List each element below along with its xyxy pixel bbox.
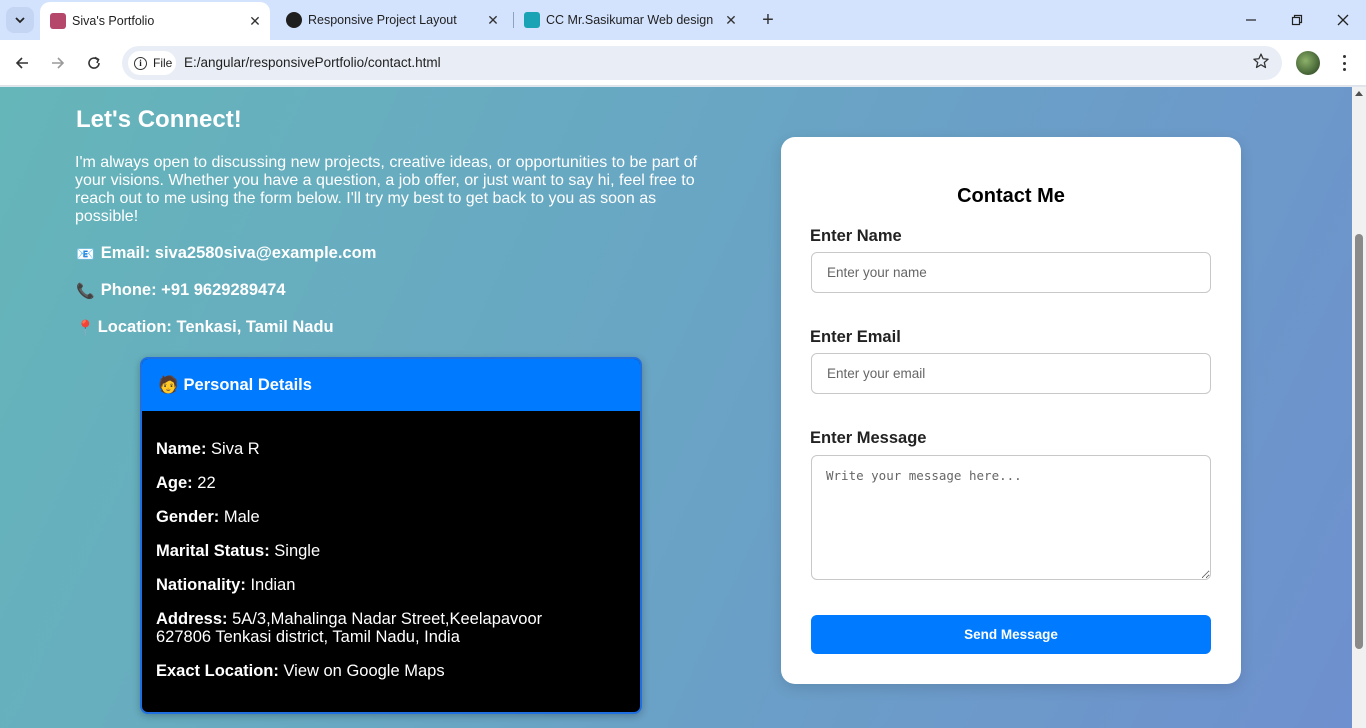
telephone-icon: 📞 xyxy=(76,282,95,300)
detail-value: 22 xyxy=(197,474,216,492)
url-text[interactable]: E:/angular/responsivePortfolio/contact.h… xyxy=(184,55,441,70)
intro-paragraph: I'm always open to discussing new projec… xyxy=(75,154,698,225)
tab-search-button[interactable] xyxy=(6,7,34,33)
minimize-icon xyxy=(1246,19,1256,21)
site-chip-label: File xyxy=(153,56,173,70)
send-message-button[interactable]: Send Message xyxy=(811,615,1211,654)
detail-value: Indian xyxy=(250,576,296,594)
portfolio-favicon-icon xyxy=(50,13,66,29)
detail-exact-location: Exact Location: View on Google Maps xyxy=(156,662,626,680)
detail-nationality: Nationality: Indian xyxy=(156,576,626,594)
browser-toolbar: i File E:/angular/responsivePortfolio/co… xyxy=(0,40,1366,86)
openai-favicon-icon xyxy=(286,12,302,28)
detail-address: Address: 5A/3,Mahalinga Nadar Street,Kee… xyxy=(156,610,601,646)
detail-value: Male xyxy=(223,508,260,526)
tab-responsive-project-layout[interactable]: Responsive Project Layout ✕ xyxy=(276,0,508,40)
email-text: Email: siva2580siva@example.com xyxy=(100,244,377,262)
location-line: 📍 Location: Tenkasi, Tamil Nadu xyxy=(76,318,334,337)
browser-menu-icon[interactable] xyxy=(1336,52,1352,74)
detail-gender: Gender: Male xyxy=(156,508,626,526)
detail-label: Nationality: xyxy=(156,576,246,594)
close-tab-icon[interactable]: ✕ xyxy=(246,12,264,30)
tab-title: CC Mr.Sasikumar Web designing xyxy=(546,13,714,27)
detail-label: Exact Location: xyxy=(156,662,279,680)
personal-details-title: Personal Details xyxy=(183,375,312,394)
arrow-right-icon xyxy=(52,57,65,69)
detail-label: Gender: xyxy=(156,508,220,526)
page-title: Let's Connect! xyxy=(76,106,242,133)
scroll-up-arrow-icon[interactable] xyxy=(1355,91,1363,96)
message-textarea[interactable] xyxy=(811,455,1211,580)
address-bar[interactable]: i File E:/angular/responsivePortfolio/co… xyxy=(122,46,1282,80)
new-tab-button[interactable]: + xyxy=(756,8,780,32)
tab-title: Responsive Project Layout xyxy=(308,13,457,27)
detail-label: Age: xyxy=(156,474,193,492)
detail-marital-status: Marital Status: Single xyxy=(156,542,626,560)
info-icon: i xyxy=(134,56,147,70)
google-maps-link[interactable]: View on Google Maps xyxy=(283,662,444,680)
forward-button[interactable] xyxy=(44,49,72,77)
personal-details-card: 🧑 Personal Details Name: Siva R Age: 22 … xyxy=(140,357,642,714)
email-input[interactable] xyxy=(811,353,1211,394)
detail-label: Marital Status: xyxy=(156,542,270,560)
tab-strip: Siva's Portfolio ✕ Responsive Project La… xyxy=(0,0,1366,40)
restore-button[interactable] xyxy=(1274,6,1320,34)
reload-icon xyxy=(88,56,100,69)
tab-title: Siva's Portfolio xyxy=(72,14,155,28)
bookmark-star-icon[interactable] xyxy=(1252,52,1270,75)
name-label: Enter Name xyxy=(810,227,902,245)
reload-button[interactable] xyxy=(80,49,108,77)
detail-age: Age: 22 xyxy=(156,474,626,492)
detail-label: Address: xyxy=(156,610,228,628)
envelope-icon: 📧 xyxy=(76,245,95,263)
tab-sivas-portfolio[interactable]: Siva's Portfolio ✕ xyxy=(40,2,270,40)
chevron-down-icon xyxy=(15,17,25,24)
close-tab-icon[interactable]: ✕ xyxy=(722,11,740,29)
profile-avatar[interactable] xyxy=(1296,51,1320,75)
personal-details-header: 🧑 Personal Details xyxy=(142,359,640,411)
detail-name: Name: Siva R xyxy=(156,440,626,458)
classroom-favicon-icon xyxy=(524,12,540,28)
phone-line: 📞 Phone: +91 9629289474 xyxy=(76,281,286,300)
round-pushpin-icon: 📍 xyxy=(76,319,95,337)
name-input[interactable] xyxy=(811,252,1211,293)
arrow-left-icon xyxy=(15,57,28,69)
close-tab-icon[interactable]: ✕ xyxy=(484,11,502,29)
close-window-button[interactable] xyxy=(1320,6,1366,34)
personal-details-body: Name: Siva R Age: 22 Gender: Male Marita… xyxy=(142,411,640,680)
contact-form: Contact Me Enter Name Enter Email Enter … xyxy=(781,137,1241,684)
restore-icon xyxy=(1291,14,1303,26)
minimize-button[interactable] xyxy=(1228,6,1274,34)
close-icon xyxy=(1337,14,1349,26)
message-label: Enter Message xyxy=(810,429,927,447)
detail-value: Single xyxy=(274,542,321,560)
location-text: Location: Tenkasi, Tamil Nadu xyxy=(97,318,334,336)
person-icon: 🧑 xyxy=(158,375,179,394)
page-scrollbar[interactable] xyxy=(1352,87,1366,728)
detail-label: Name: xyxy=(156,440,207,458)
form-title: Contact Me xyxy=(957,185,1065,207)
phone-text: Phone: +91 9629289474 xyxy=(100,281,286,299)
tab-cc-web-designing[interactable]: CC Mr.Sasikumar Web designing ✕ xyxy=(514,0,746,40)
email-label: Enter Email xyxy=(810,328,901,346)
detail-value: Siva R xyxy=(211,440,260,458)
site-info-chip[interactable]: i File xyxy=(128,51,176,75)
scrollbar-thumb[interactable] xyxy=(1355,234,1363,649)
back-button[interactable] xyxy=(8,49,36,77)
page-viewport: Let's Connect! I'm always open to discus… xyxy=(0,87,1352,728)
email-line: 📧 Email: siva2580siva@example.com xyxy=(76,244,376,263)
